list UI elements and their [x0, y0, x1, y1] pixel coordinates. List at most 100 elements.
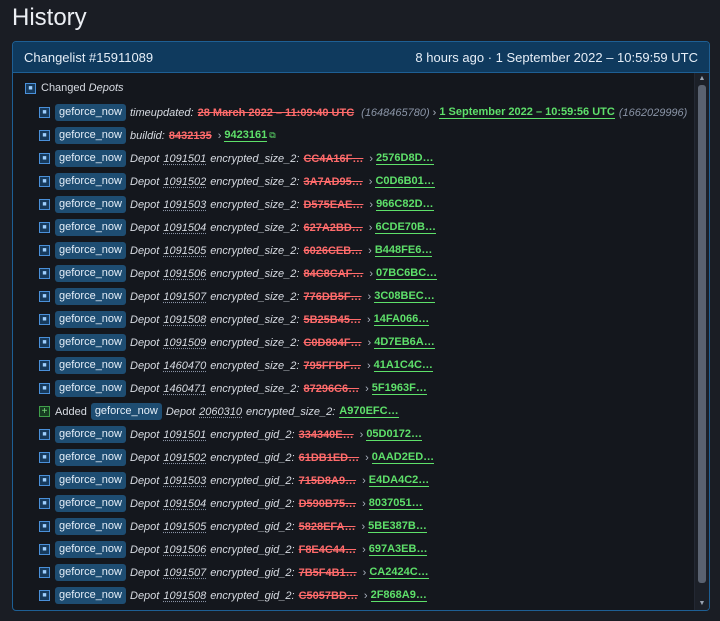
- new-value[interactable]: 2F868A9…: [370, 589, 427, 602]
- depot-id[interactable]: 2060310: [199, 406, 242, 418]
- app-tag[interactable]: geforce_now: [55, 219, 126, 236]
- new-value[interactable]: 697A3EB…: [368, 543, 428, 556]
- field-label: Depot: [130, 267, 160, 280]
- added-label: Added: [55, 405, 87, 418]
- app-tag[interactable]: geforce_now: [55, 150, 126, 167]
- app-tag[interactable]: geforce_now: [55, 242, 126, 259]
- new-timestamp: (1662029996): [618, 106, 688, 119]
- square-bullet-icon: ■: [39, 291, 50, 302]
- app-tag[interactable]: geforce_now: [55, 127, 126, 144]
- scroll-up-icon[interactable]: ▲: [698, 75, 706, 83]
- changelist-title[interactable]: Changelist #15911089: [24, 50, 153, 65]
- app-tag[interactable]: geforce_now: [55, 518, 126, 535]
- new-value[interactable]: 3C08BEC…: [374, 290, 435, 303]
- new-value[interactable]: E4DA4C2…: [368, 474, 430, 487]
- new-value[interactable]: 41A1C4C…: [373, 359, 433, 372]
- old-value: 5828EFA…: [298, 520, 356, 533]
- square-bullet-icon: ■: [39, 107, 50, 118]
- list-item: + Added geforce_now Depot 2060310 encrypted_s…: [13, 400, 695, 423]
- app-tag[interactable]: geforce_now: [55, 265, 126, 282]
- app-tag[interactable]: geforce_now: [55, 104, 126, 121]
- app-tag[interactable]: geforce_now: [55, 288, 126, 305]
- depot-id[interactable]: 1091507: [163, 291, 206, 303]
- new-value[interactable]: A970EFC…: [339, 405, 399, 418]
- depot-id[interactable]: 1091504: [163, 498, 206, 510]
- arrow-icon: ›: [367, 336, 372, 349]
- depot-id[interactable]: 1091505: [163, 245, 206, 257]
- depot-id[interactable]: 1091503: [163, 199, 206, 211]
- new-value[interactable]: 07BC6BC…: [376, 267, 438, 280]
- depot-id[interactable]: 1091506: [163, 268, 206, 280]
- old-value: F8E4C44…: [298, 543, 357, 556]
- new-value[interactable]: 8037051…: [368, 497, 423, 510]
- list-item: ■ geforce_now Depot 1091501 encrypted_size_2…: [13, 147, 695, 170]
- new-value[interactable]: 6CDE70B…: [375, 221, 436, 234]
- external-link-icon[interactable]: ⧉: [269, 130, 275, 141]
- app-tag[interactable]: geforce_now: [55, 449, 126, 466]
- old-value: 3A7AD95…: [303, 175, 363, 188]
- new-value[interactable]: C0D6B01…: [375, 175, 435, 188]
- depot-id[interactable]: 1091507: [163, 567, 206, 579]
- app-tag[interactable]: geforce_now: [55, 357, 126, 374]
- new-value[interactable]: 1 September 2022 – 10:59:56 UTC: [439, 106, 615, 119]
- app-tag[interactable]: geforce_now: [55, 472, 126, 489]
- field-label: Depot: [130, 313, 160, 326]
- depot-id[interactable]: 1091503: [163, 475, 206, 487]
- arrow-icon: ›: [367, 290, 372, 303]
- new-value[interactable]: 5BE387B…: [368, 520, 427, 533]
- field-key: encrypted_gid_2:: [210, 566, 295, 579]
- list-item: ■ geforce_now Depot 1460471 encrypted_size_2…: [13, 377, 695, 400]
- app-tag[interactable]: geforce_now: [55, 495, 126, 512]
- app-tag[interactable]: geforce_now: [55, 564, 126, 581]
- square-bullet-icon: ■: [39, 429, 50, 440]
- depot-id[interactable]: 1091501: [163, 429, 206, 441]
- square-bullet-icon: ■: [39, 130, 50, 141]
- app-tag[interactable]: geforce_now: [55, 426, 126, 443]
- app-tag[interactable]: geforce_now: [55, 311, 126, 328]
- new-value[interactable]: 9423161: [224, 129, 268, 142]
- scroll-down-icon[interactable]: ▼: [698, 600, 706, 608]
- field-label: Depot: [130, 543, 160, 556]
- app-tag[interactable]: geforce_now: [55, 196, 126, 213]
- new-value[interactable]: CA2424C…: [369, 566, 429, 579]
- new-value[interactable]: 0AAD2ED…: [371, 451, 435, 464]
- app-tag[interactable]: geforce_now: [55, 587, 126, 604]
- arrow-icon: ›: [365, 382, 369, 395]
- field-label: Depot: [130, 244, 160, 257]
- new-value[interactable]: 14FA066…: [373, 313, 430, 326]
- new-value[interactable]: 4D7EB6A…: [374, 336, 435, 349]
- depot-id[interactable]: 1460470: [163, 360, 206, 372]
- new-value[interactable]: 05D0172…: [366, 428, 422, 441]
- depot-id[interactable]: 1091506: [163, 544, 206, 556]
- scrollbar[interactable]: ▲ ▼: [694, 73, 709, 610]
- depot-id[interactable]: 1460471: [163, 383, 206, 395]
- depot-id[interactable]: 1091509: [163, 337, 206, 349]
- arrow-icon: ›: [363, 589, 368, 602]
- depot-id[interactable]: 1091504: [163, 222, 206, 234]
- depot-id[interactable]: 1091502: [163, 452, 206, 464]
- old-value: CC4A16F…: [303, 152, 364, 165]
- field-label: Depot: [130, 175, 160, 188]
- square-bullet-icon: ■: [39, 245, 50, 256]
- depot-id[interactable]: 1091502: [163, 176, 206, 188]
- scrollbar-thumb[interactable]: [698, 85, 706, 583]
- app-tag[interactable]: geforce_now: [55, 541, 126, 558]
- arrow-icon: ›: [368, 244, 372, 257]
- depot-id[interactable]: 1091505: [163, 521, 206, 533]
- arrow-icon: ›: [362, 566, 367, 579]
- app-tag[interactable]: geforce_now: [55, 173, 126, 190]
- app-tag[interactable]: geforce_now: [90, 403, 162, 420]
- depot-id[interactable]: 1091501: [163, 153, 206, 165]
- new-value[interactable]: B448FE6…: [374, 244, 433, 257]
- depot-id[interactable]: 1091508: [163, 590, 206, 602]
- new-value[interactable]: 2576D8D…: [376, 152, 434, 165]
- new-value[interactable]: 5F1963F…: [371, 382, 427, 395]
- old-value: 7B5F4B1…: [298, 566, 357, 579]
- depot-id[interactable]: 1091508: [163, 314, 206, 326]
- app-tag[interactable]: geforce_now: [55, 380, 126, 397]
- app-tag[interactable]: geforce_now: [55, 334, 126, 351]
- new-value[interactable]: 966C82D…: [376, 198, 434, 211]
- field-label: buildid:: [130, 129, 165, 142]
- field-label: Depot: [130, 198, 160, 211]
- field-key: encrypted_size_2:: [210, 175, 300, 188]
